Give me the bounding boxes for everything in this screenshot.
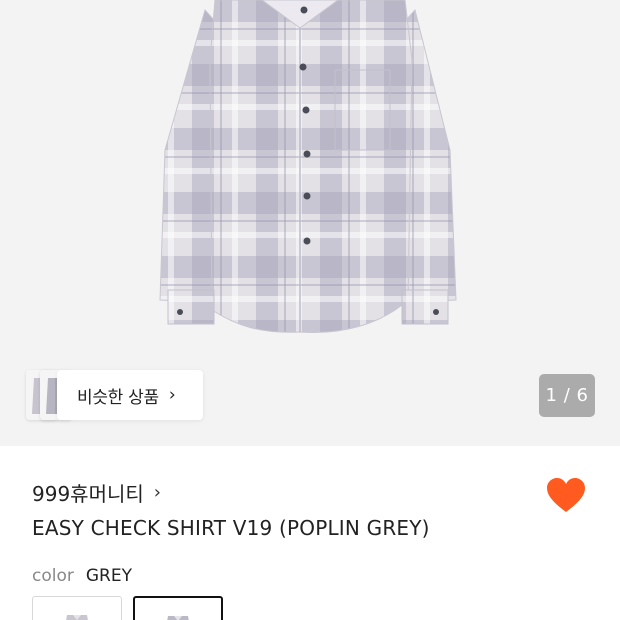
- similar-products-chip[interactable]: 비슷한 상품 ›: [26, 370, 203, 420]
- color-swatch-selected[interactable]: [133, 596, 223, 620]
- image-page-indicator: 1 / 6: [539, 374, 595, 417]
- chevron-right-icon: ›: [153, 482, 161, 503]
- brand-link[interactable]: 999휴머니티 ›: [32, 478, 161, 507]
- similar-products-label: 비슷한 상품: [77, 387, 159, 408]
- color-value: GREY: [85, 566, 132, 586]
- product-title: EASY CHECK SHIRT V19 (POPLIN GREY): [32, 516, 430, 540]
- color-label: color: [32, 566, 74, 586]
- heart-icon[interactable]: [546, 476, 586, 516]
- chevron-right-icon: ›: [168, 385, 176, 405]
- similar-products-button[interactable]: 비슷한 상품 ›: [57, 370, 203, 420]
- product-image-gallery[interactable]: 비슷한 상품 › 1 / 6: [0, 0, 620, 446]
- brand-name: 999휴머니티: [32, 482, 144, 506]
- color-swatch[interactable]: [32, 596, 122, 620]
- color-option-row: color GREY: [32, 566, 132, 586]
